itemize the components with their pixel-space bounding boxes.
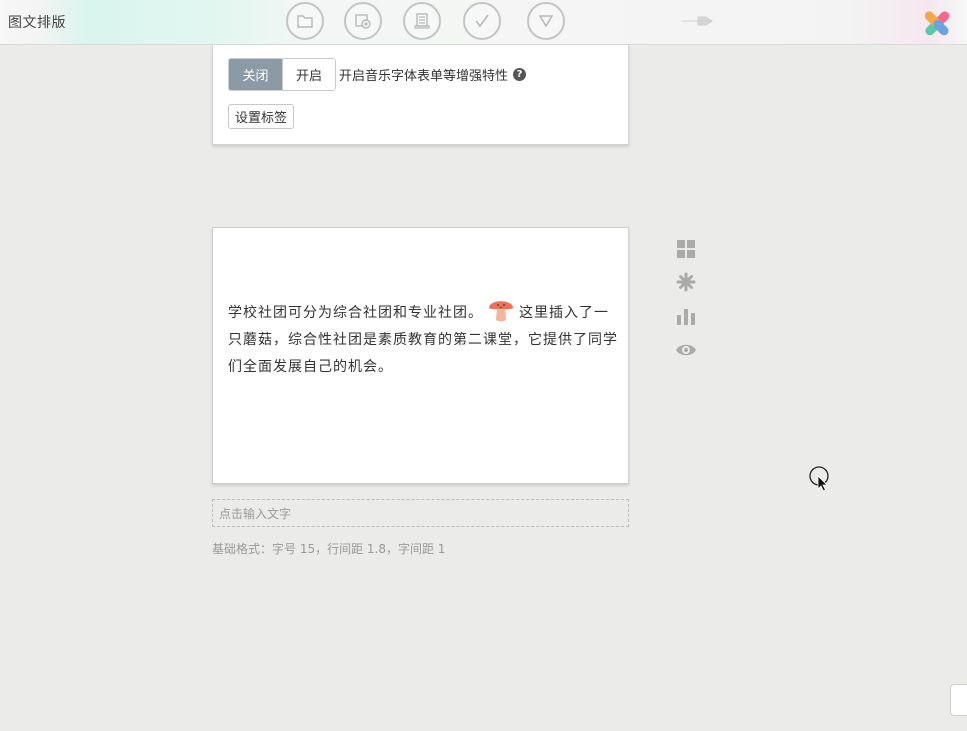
enhance-toggle[interactable]: 关闭 开启 [228,58,336,91]
corner-tab-button[interactable] [950,684,967,716]
feature-label-text: 开启音乐字体表单等增强特性 [339,69,509,84]
toggle-off-button[interactable]: 关闭 [229,59,282,90]
plane-decoration-icon [682,16,713,26]
images-icon[interactable] [344,2,382,40]
dropdown-icon[interactable] [527,2,565,40]
app-logo-icon[interactable] [920,6,954,40]
text-input[interactable]: 点击输入文字 [212,499,629,527]
format-info: 基础格式：字号 15，行间距 1.8，字间距 1 [212,542,446,556]
top-bar: 图文排版 [0,0,967,45]
eye-icon[interactable] [675,339,697,361]
mouse-cursor-icon [809,466,829,492]
help-icon[interactable]: ? [513,68,527,81]
set-tag-button[interactable]: 设置标签 [228,104,295,129]
folder-icon[interactable] [286,2,324,40]
grid-icon[interactable] [675,238,697,260]
check-icon[interactable] [463,2,501,40]
settings-card: 关闭 开启 开启音乐字体表单等增强特性 ? 设置标签 [212,45,629,145]
content-paragraph[interactable]: 学校社团可分为综合社团和专业社团。 这里插入了一只蘑菇，综合性社团是素质教育的第… [228,294,620,381]
toggle-on-button[interactable]: 开启 [282,59,335,90]
mushroom-icon[interactable] [486,294,516,324]
feature-label: 开启音乐字体表单等增强特性 ? [339,65,527,84]
content-card[interactable]: 学校社团可分为综合社团和专业社团。 这里插入了一只蘑菇，综合性社团是素质教育的第… [212,227,629,484]
asterisk-icon[interactable] [675,271,697,293]
bar-chart-icon[interactable] [675,305,697,327]
document-icon[interactable] [403,2,441,40]
app-title: 图文排版 [8,15,66,31]
paragraph-text-start: 学校社团可分为综合社团和专业社团。 [228,305,483,321]
